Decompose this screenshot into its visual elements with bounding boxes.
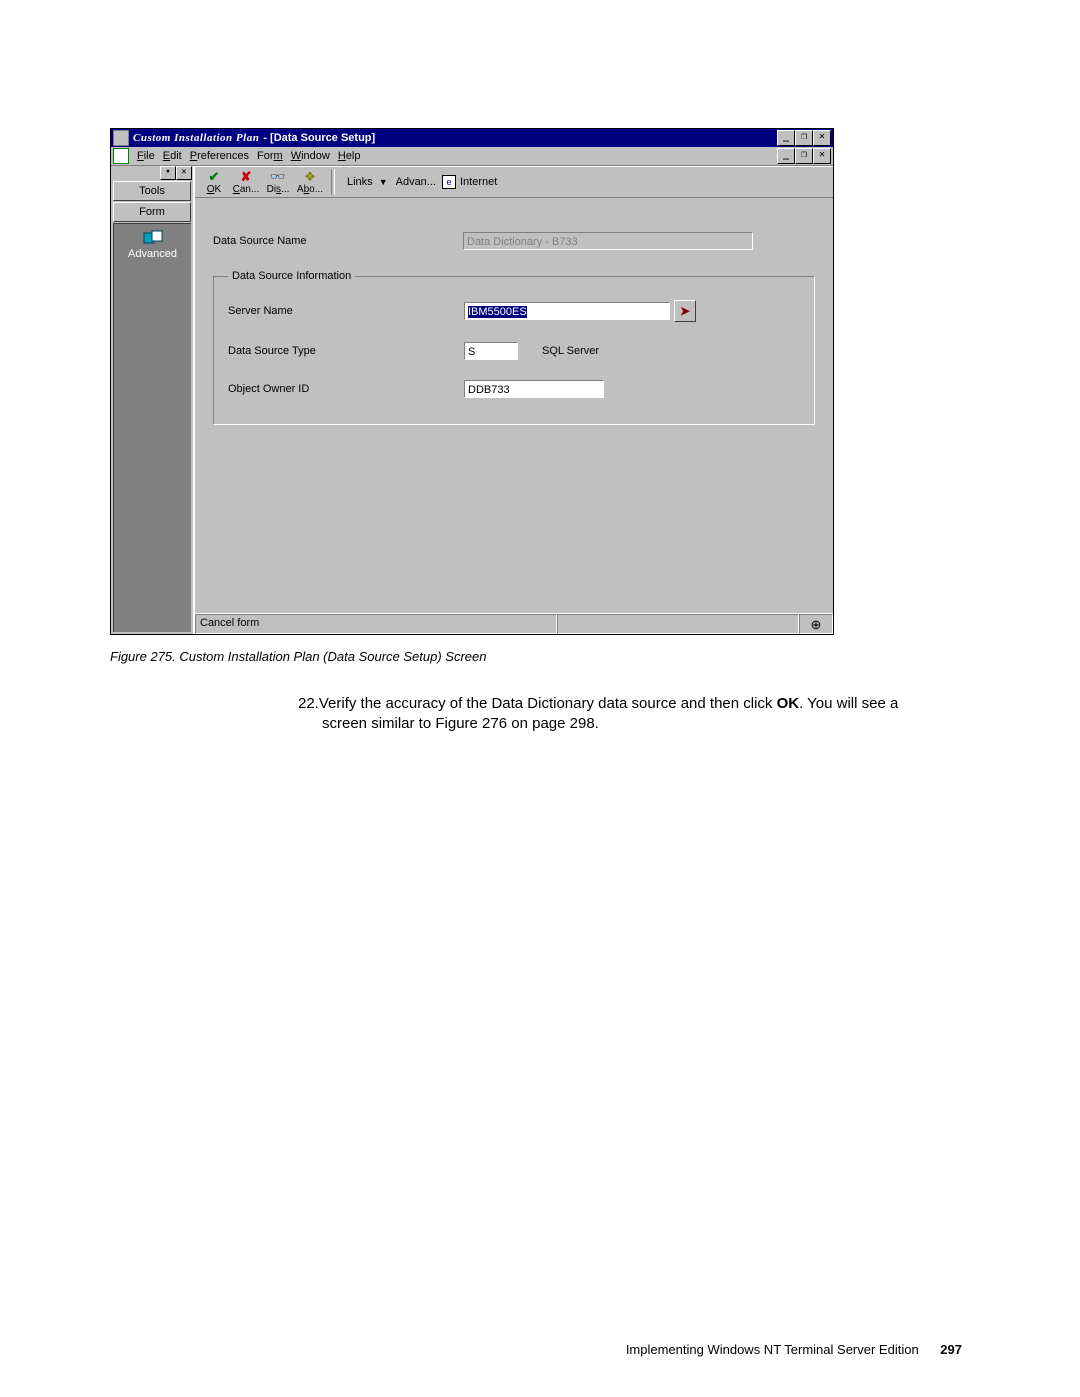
- object-owner-field[interactable]: DDB733: [464, 380, 604, 398]
- globe-icon: ⊕: [811, 617, 822, 632]
- menu-preferences[interactable]: Preferences: [190, 150, 249, 162]
- advanced-icon: [143, 230, 163, 246]
- close-button[interactable]: ✕: [813, 130, 831, 146]
- server-name-label: Server Name: [228, 305, 464, 317]
- palette-advanced-label: Advanced: [128, 248, 177, 260]
- menubar: File Edit Preferences Form Window Help _…: [111, 147, 833, 166]
- data-source-info-group: Data Source Information Server Name IBM5…: [213, 270, 815, 425]
- lookup-button[interactable]: ➤: [674, 300, 696, 322]
- client-area: ▾ ✕ Tools Form Advanced ✔: [111, 166, 833, 634]
- menu-edit[interactable]: Edit: [163, 150, 182, 162]
- main-panel: ✔ OK ✘ Can... 👓 Dis... ❖ Abo...: [193, 166, 833, 634]
- toolbar-separator: [331, 169, 335, 195]
- ok-button[interactable]: ✔ OK: [199, 170, 229, 195]
- cancel-button[interactable]: ✘ Can...: [231, 170, 261, 195]
- minimize-button[interactable]: _: [777, 130, 795, 146]
- data-source-type-label: Data Source Type: [228, 345, 464, 357]
- menu-form[interactable]: Form: [257, 150, 283, 162]
- status-spacer: [557, 614, 799, 634]
- mdi-restore-button[interactable]: ❐: [795, 148, 813, 164]
- app-icon: [113, 130, 129, 146]
- menu-help[interactable]: Help: [338, 150, 361, 162]
- tool-palette: ▾ ✕ Tools Form Advanced: [111, 166, 193, 634]
- menu-file[interactable]: File: [137, 150, 155, 162]
- statusbar: Cancel form ⊕: [195, 613, 833, 634]
- step-number: 22.: [298, 695, 319, 712]
- titlebar: Custom Installation Plan - [Data Source …: [111, 129, 833, 147]
- server-name-field[interactable]: IBM5500ES: [464, 302, 670, 320]
- data-source-name-field: Data Dictionary - B733: [463, 232, 753, 250]
- mdi-controls: _ ❐ ✕: [777, 148, 831, 164]
- cancel-icon: ✘: [231, 170, 261, 184]
- links-label: Links: [347, 176, 373, 188]
- about-button[interactable]: ❖ Abo...: [295, 170, 325, 195]
- toolbar: ✔ OK ✘ Can... 👓 Dis... ❖ Abo...: [195, 166, 833, 198]
- internet-link[interactable]: Internet: [460, 176, 497, 188]
- data-source-type-description: SQL Server: [542, 345, 599, 357]
- group-legend: Data Source Information: [228, 270, 355, 282]
- maximize-button[interactable]: ❐: [795, 130, 813, 146]
- window-title: Custom Installation Plan: [133, 132, 259, 144]
- palette-advanced-panel[interactable]: Advanced: [113, 223, 191, 632]
- data-source-name-label: Data Source Name: [213, 235, 463, 247]
- chevron-down-icon[interactable]: ▼: [379, 177, 388, 187]
- status-grip: ⊕: [799, 614, 833, 634]
- figure-caption: Figure 275. Custom Installation Plan (Da…: [110, 649, 940, 664]
- window-subtitle: - [Data Source Setup]: [263, 132, 375, 144]
- app-window: Custom Installation Plan - [Data Source …: [110, 128, 834, 635]
- help-icon: ❖: [295, 170, 325, 184]
- palette-tab-tools[interactable]: Tools: [113, 181, 191, 201]
- form-area: Data Source Name Data Dictionary - B733 …: [195, 198, 833, 613]
- step-text-a: Verify the accuracy of the Data Dictiona…: [319, 695, 777, 712]
- internet-icon: e: [442, 175, 456, 189]
- data-source-type-field[interactable]: S: [464, 342, 518, 360]
- check-icon: ✔: [199, 170, 229, 184]
- palette-header: ▾ ✕: [111, 166, 193, 180]
- window-controls: _ ❐ ✕: [777, 130, 831, 146]
- advanced-link[interactable]: Advan...: [396, 176, 436, 188]
- menu-window[interactable]: Window: [291, 150, 330, 162]
- footer-text: Implementing Windows NT Terminal Server …: [626, 1342, 919, 1357]
- binoculars-icon: 👓: [263, 170, 293, 184]
- mdi-close-button[interactable]: ✕: [813, 148, 831, 164]
- palette-tab-form[interactable]: Form: [113, 202, 191, 222]
- page-footer: Implementing Windows NT Terminal Server …: [626, 1342, 962, 1357]
- palette-close-button[interactable]: ✕: [176, 166, 192, 180]
- body-step: 22.Verify the accuracy of the Data Dicti…: [298, 694, 940, 735]
- lookup-icon: ➤: [680, 304, 690, 318]
- mdi-minimize-button[interactable]: _: [777, 148, 795, 164]
- document-icon: [113, 148, 129, 164]
- status-message: Cancel form: [195, 614, 557, 634]
- palette-dropdown-button[interactable]: ▾: [160, 166, 176, 180]
- object-owner-label: Object Owner ID: [228, 383, 464, 395]
- step-bold: OK: [777, 695, 800, 712]
- display-button[interactable]: 👓 Dis...: [263, 170, 293, 195]
- page-number: 297: [940, 1342, 962, 1357]
